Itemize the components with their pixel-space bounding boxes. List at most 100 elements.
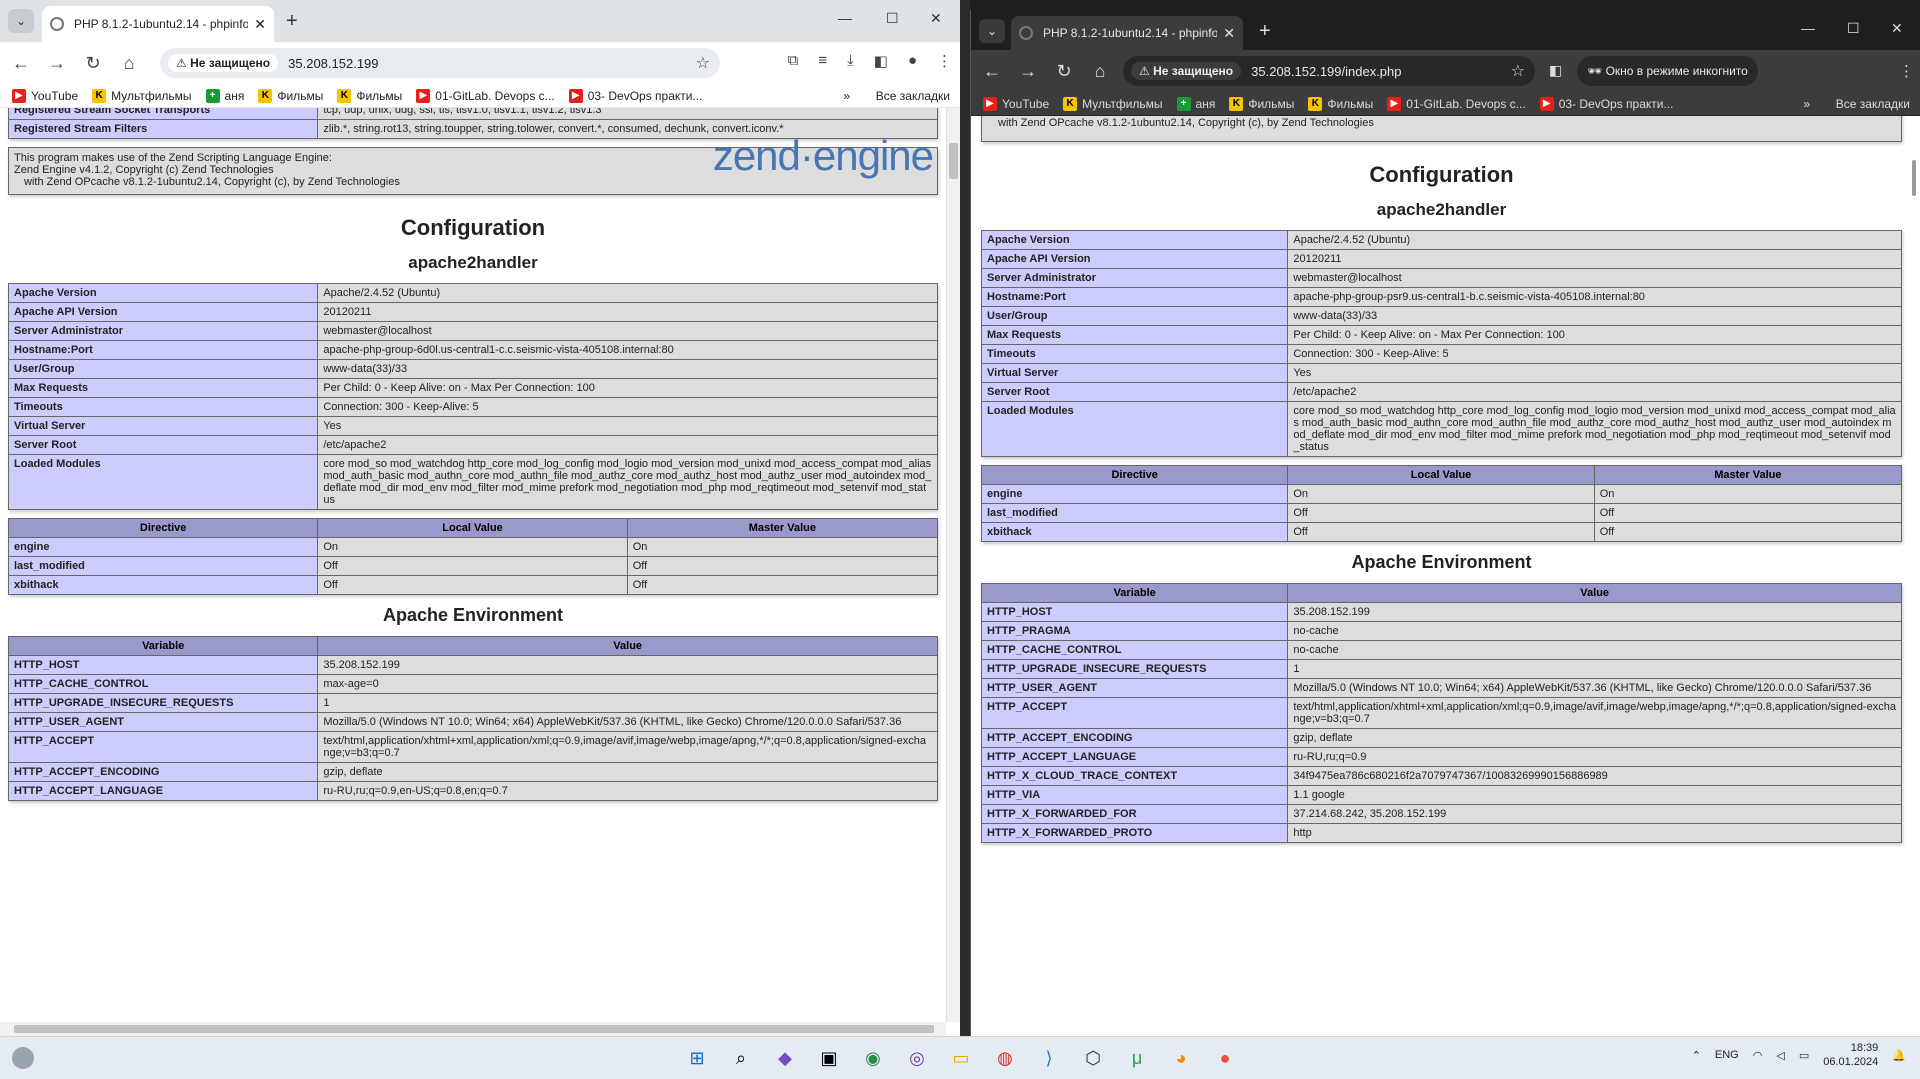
menu-icon[interactable]: ⋮: [1899, 62, 1914, 80]
bookmark-item[interactable]: ▶ 03- DevOps практи...: [568, 88, 702, 103]
more-bookmarks-icon[interactable]: »: [1803, 97, 1810, 111]
back-icon[interactable]: ←: [6, 53, 36, 74]
folder-icon[interactable]: ▭: [944, 1043, 978, 1073]
bookmark-label: Фильмы: [356, 88, 403, 103]
chevron-up-icon[interactable]: ⌃: [1692, 1049, 1701, 1062]
close-tab-icon[interactable]: ✕: [1223, 25, 1235, 42]
edge-icon[interactable]: ◉: [856, 1043, 890, 1073]
tab-search-button[interactable]: ⌄: [979, 19, 1005, 43]
close-window-button[interactable]: ✕: [1891, 20, 1903, 37]
directive-name: engine: [980, 484, 1289, 504]
all-bookmarks-button[interactable]: Все закладки: [1836, 97, 1910, 111]
bookmark-item[interactable]: K Фильмы: [1308, 96, 1373, 111]
address-bar[interactable]: ⚠ Не защищено 35.208.152.199 ☆: [160, 48, 720, 78]
row-value: Per Child: 0 - Keep Alive: on - Max Per …: [1287, 325, 1902, 345]
extensions-icon[interactable]: ⧉: [788, 52, 799, 70]
postman-icon[interactable]: ●: [1208, 1043, 1242, 1073]
close-window-button[interactable]: ✕: [930, 10, 942, 27]
vertical-scrollbar[interactable]: [946, 108, 960, 1022]
column-header: Local Value: [317, 518, 628, 538]
bookmark-item[interactable]: K Фильмы: [1229, 96, 1294, 111]
youtube-icon: ▶: [983, 96, 997, 111]
url-text[interactable]: 35.208.152.199/index.php: [1251, 64, 1401, 79]
side-panel-icon[interactable]: ◧: [1549, 62, 1562, 79]
utorrent-icon[interactable]: μ: [1120, 1043, 1154, 1073]
tab-phpinfo[interactable]: PHP 8.1.2-1ubuntu2.14 - phpinfo() ✕: [1011, 16, 1243, 50]
new-tab-button[interactable]: +: [1259, 20, 1271, 43]
address-bar[interactable]: ⚠ Не защищено 35.208.152.199/index.php ☆: [1123, 56, 1535, 86]
more-bookmarks-icon[interactable]: »: [843, 89, 850, 103]
url-text[interactable]: 35.208.152.199: [288, 56, 378, 71]
home-icon[interactable]: ⌂: [114, 53, 144, 74]
bookmark-item[interactable]: + аня: [205, 88, 244, 103]
bookmark-item[interactable]: ▶ 01-GitLab. Devops c...: [416, 88, 555, 103]
forward-icon[interactable]: →: [1013, 61, 1043, 82]
close-tab-icon[interactable]: ✕: [254, 16, 266, 33]
row-key: Max Requests: [980, 325, 1289, 345]
reload-icon[interactable]: ↻: [1049, 61, 1079, 82]
page-viewport[interactable]: with Zend OPcache v8.1.2-1ubuntu2.14, Co…: [971, 116, 1910, 1036]
language-indicator[interactable]: ENG: [1715, 1049, 1739, 1061]
row-key: Loaded Modules: [7, 454, 319, 510]
search-icon[interactable]: ⌕: [724, 1043, 758, 1073]
security-chip[interactable]: ⚠ Не защищено: [168, 54, 279, 72]
directive-name: last_modified: [7, 556, 319, 576]
widgets-icon[interactable]: [12, 1047, 34, 1069]
incognito-chip[interactable]: 🕶 Окно в режиме инкогнито: [1577, 56, 1758, 86]
bookmark-label: 01-GitLab. Devops c...: [1406, 96, 1526, 111]
forward-icon[interactable]: →: [42, 53, 72, 74]
battery-icon[interactable]: ▭: [1799, 1049, 1809, 1062]
module-title: apache2handler: [408, 253, 538, 272]
download-icon[interactable]: ⤓: [847, 52, 854, 70]
wifi-icon[interactable]: ◠: [1753, 1049, 1763, 1062]
media-icon[interactable]: ≡: [818, 52, 827, 70]
tab-phpinfo[interactable]: PHP 8.1.2-1ubuntu2.14 - phpinfo() ✕: [42, 6, 274, 42]
volume-icon[interactable]: ◁: [1776, 1049, 1784, 1062]
header-row: Variable Value: [980, 583, 1902, 603]
bookmark-item[interactable]: ▶ YouTube: [983, 96, 1049, 111]
copilot-icon[interactable]: ◆: [768, 1043, 802, 1073]
bookmark-item[interactable]: K Фильмы: [337, 88, 403, 103]
bookmark-item[interactable]: K Мультфильмы: [1063, 96, 1163, 111]
master-value: On: [1593, 484, 1903, 504]
tab-search-button[interactable]: ⌄: [8, 9, 34, 33]
table-row: xbithack Off Off: [7, 575, 939, 595]
bookmark-star-icon[interactable]: ☆: [696, 53, 710, 73]
bookmark-item[interactable]: ▶ 03- DevOps практи...: [1539, 96, 1673, 111]
github-icon[interactable]: ◎: [900, 1043, 934, 1073]
reload-icon[interactable]: ↻: [78, 53, 108, 74]
row-key: User/Group: [980, 306, 1289, 326]
page-viewport[interactable]: Registered Stream Socket Transports tcp, …: [0, 108, 946, 1022]
start-icon[interactable]: ⊞: [680, 1043, 714, 1073]
minimize-button[interactable]: —: [838, 10, 852, 26]
task-view-icon[interactable]: ▣: [812, 1043, 846, 1073]
table-row: Timeouts Connection: 300 - Keep-Alive: 5: [980, 344, 1902, 364]
virtualbox-icon[interactable]: ⬡: [1076, 1043, 1110, 1073]
menu-icon[interactable]: ⋮: [937, 52, 952, 70]
bookmark-item[interactable]: + аня: [1176, 96, 1215, 111]
maximize-button[interactable]: ☐: [886, 10, 899, 27]
new-tab-button[interactable]: +: [286, 10, 298, 33]
bookmark-item[interactable]: ▶ 01-GitLab. Devops c...: [1387, 96, 1526, 111]
row-value: tcp, udp, unix, udg, ssl, tls, tlsv1.0, …: [317, 108, 938, 120]
horizontal-scrollbar[interactable]: [0, 1022, 946, 1036]
table-row: engine On On: [980, 484, 1903, 504]
back-icon[interactable]: ←: [977, 61, 1007, 82]
bookmark-item[interactable]: K Мультфильмы: [92, 88, 192, 103]
vscode-icon[interactable]: ⟩: [1032, 1043, 1066, 1073]
maximize-button[interactable]: ☐: [1847, 20, 1860, 37]
home-icon[interactable]: ⌂: [1085, 61, 1115, 82]
vertical-scrollbar[interactable]: [1910, 116, 1920, 1036]
minimize-button[interactable]: —: [1801, 20, 1815, 36]
avatar[interactable]: ●: [908, 52, 917, 70]
notification-icon[interactable]: 🔔: [1892, 1049, 1906, 1062]
side-panel-icon[interactable]: ◧: [874, 52, 888, 70]
security-chip[interactable]: ⚠ Не защищено: [1131, 62, 1242, 80]
bookmark-star-icon[interactable]: ☆: [1511, 61, 1525, 81]
bookmark-item[interactable]: K Фильмы: [258, 88, 323, 103]
clock[interactable]: 18:39 06.01.2024: [1823, 1041, 1878, 1069]
bookmark-item[interactable]: ▶ YouTube: [12, 88, 78, 103]
all-bookmarks-button[interactable]: Все закладки: [876, 89, 950, 103]
browser-icon[interactable]: ◕: [1164, 1043, 1198, 1073]
chrome-icon[interactable]: ◍: [988, 1043, 1022, 1073]
